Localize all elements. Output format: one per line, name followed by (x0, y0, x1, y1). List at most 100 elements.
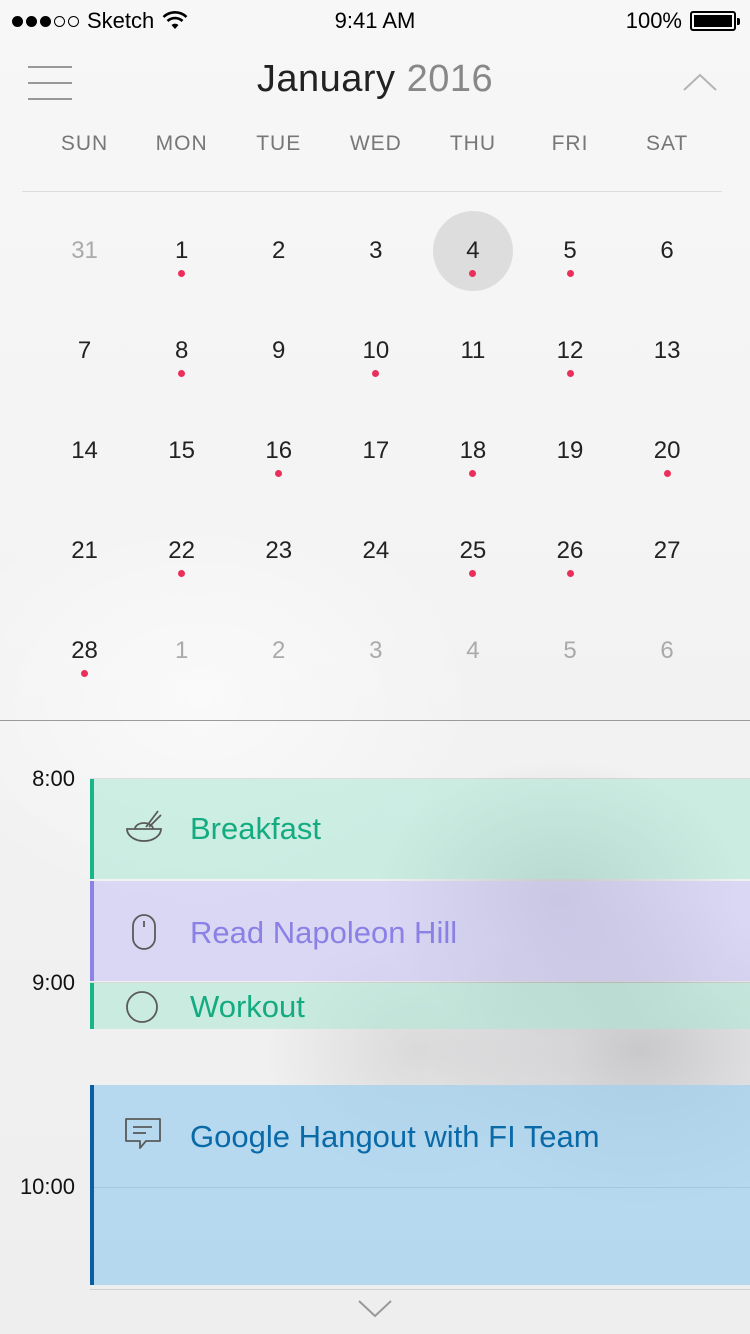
day-number: 11 (460, 337, 486, 364)
calendar-day[interactable]: 28 (36, 600, 133, 700)
time-label: 10:00 (19, 1174, 75, 1199)
day-number: 15 (168, 437, 195, 464)
day-number: 21 (71, 537, 98, 564)
day-number: 12 (556, 337, 584, 364)
weekday-header-row: SUN MON TUE WED THU FRI SAT (36, 132, 716, 156)
calendar-day[interactable]: 5 (521, 200, 618, 300)
calendar-day[interactable]: 4 (424, 600, 521, 700)
calendar-day[interactable]: 26 (521, 500, 618, 600)
calendar-day[interactable]: 17 (327, 400, 424, 500)
calendar-day[interactable]: 18 (424, 400, 521, 500)
day-number: 6 (660, 237, 674, 264)
calendar-day[interactable]: 31 (36, 200, 133, 300)
event-indicator-dot (178, 370, 186, 377)
calendar-day[interactable]: 23 (230, 500, 327, 600)
event-google-hangout[interactable]: Google Hangout with FI Team (90, 1085, 750, 1285)
day-number: 4 (466, 237, 480, 264)
calendar-day[interactable]: 2 (230, 200, 327, 300)
calendar-day[interactable]: 7 (36, 300, 133, 400)
event-indicator-dot (566, 370, 574, 377)
time-label: 9:00 (32, 970, 75, 995)
event-workout[interactable]: Workout (90, 983, 750, 1029)
day-number: 13 (653, 337, 681, 364)
event-title: Breakfast (190, 811, 321, 846)
day-number: 5 (563, 637, 577, 664)
day-number: 5 (563, 237, 577, 264)
time-label: 8:00 (32, 766, 75, 791)
calendar-day[interactable]: 16 (230, 400, 327, 500)
day-number: 3 (369, 237, 383, 264)
calendar-day[interactable]: 2 (230, 600, 327, 700)
calendar-header: January 2016 (0, 50, 750, 120)
calendar-day[interactable]: 22 (133, 500, 230, 600)
calendar-day[interactable]: 27 (619, 500, 716, 600)
calendar-day[interactable]: 3 (327, 200, 424, 300)
event-title: Google Hangout with FI Team (190, 1119, 600, 1154)
day-number: 10 (362, 337, 390, 364)
calendar-day[interactable]: 6 (619, 600, 716, 700)
calendar-week-row: 7 8 9 10 11 12 13 (36, 300, 716, 400)
event-indicator-dot (566, 570, 574, 577)
event-breakfast[interactable]: Breakfast (90, 779, 750, 879)
event-title: Read Napoleon Hill (190, 915, 458, 950)
divider (22, 191, 722, 192)
day-number: 28 (71, 637, 98, 664)
day-number: 23 (265, 537, 293, 564)
year-label: 2016 (406, 58, 494, 100)
day-number: 17 (362, 437, 390, 464)
calendar-day[interactable]: 12 (521, 300, 618, 400)
day-number: 26 (556, 537, 584, 564)
calendar-day[interactable]: 25 (424, 500, 521, 600)
battery-icon (690, 11, 740, 31)
calendar-day[interactable]: 14 (36, 400, 133, 500)
event-read-napoleon-hill[interactable]: Read Napoleon Hill (90, 881, 750, 981)
day-number: 16 (265, 437, 293, 464)
weekday-label: THU (449, 132, 496, 155)
calendar-day[interactable]: 1 (133, 200, 230, 300)
calendar-week-row: 14 15 16 17 18 19 20 (36, 400, 716, 500)
chevron-up-icon[interactable] (682, 70, 718, 94)
day-number: 18 (459, 437, 487, 464)
event-indicator-dot (663, 470, 671, 477)
day-number: 19 (556, 437, 584, 464)
status-bar: Sketch 9:41 AM 100% (0, 0, 750, 40)
day-number: 4 (466, 637, 480, 664)
day-number: 1 (174, 637, 189, 664)
calendar-day[interactable]: 1 (133, 600, 230, 700)
battery-percentage: 100% (625, 8, 682, 33)
weekday-label: WED (349, 132, 402, 155)
day-number: 1 (174, 237, 189, 264)
calendar-day[interactable]: 8 (133, 300, 230, 400)
month-title: January 2016 (0, 58, 750, 101)
day-number: 20 (653, 437, 681, 464)
calendar-day-selected[interactable]: 4 (424, 200, 521, 300)
weekday-label: MON (155, 132, 208, 155)
calendar-day[interactable]: 3 (327, 600, 424, 700)
status-right: 100% (625, 8, 740, 34)
calendar-day[interactable]: 24 (327, 500, 424, 600)
day-number: 9 (272, 337, 286, 364)
calendar-week-row: 28 1 2 3 4 5 6 (36, 600, 716, 700)
calendar-day[interactable]: 13 (619, 300, 716, 400)
day-number: 2 (272, 237, 286, 264)
calendar-day[interactable]: 11 (424, 300, 521, 400)
day-number: 25 (459, 537, 487, 564)
calendar-day[interactable]: 21 (36, 500, 133, 600)
calendar-week-row: 31 1 2 3 4 5 6 (36, 200, 716, 300)
event-indicator-dot (566, 270, 574, 277)
day-number: 3 (369, 637, 383, 664)
calendar-day[interactable]: 15 (133, 400, 230, 500)
calendar-day[interactable]: 20 (619, 400, 716, 500)
calendar-day[interactable]: 9 (230, 300, 327, 400)
circle-icon (126, 991, 158, 1023)
event-title: Workout (190, 989, 305, 1024)
calendar-day[interactable]: 5 (521, 600, 618, 700)
divider (90, 1289, 750, 1290)
calendar-day[interactable]: 10 (327, 300, 424, 400)
event-indicator-dot (178, 270, 186, 277)
event-indicator-dot (178, 570, 186, 577)
calendar-day[interactable]: 19 (521, 400, 618, 500)
calendar-grid: 31 1 2 3 4 5 6 7 8 9 10 11 12 13 14 15 16 17 18 19 20 21 22 23 2… (36, 200, 716, 700)
calendar-day[interactable]: 6 (619, 200, 716, 300)
chevron-down-icon[interactable] (357, 1298, 393, 1320)
